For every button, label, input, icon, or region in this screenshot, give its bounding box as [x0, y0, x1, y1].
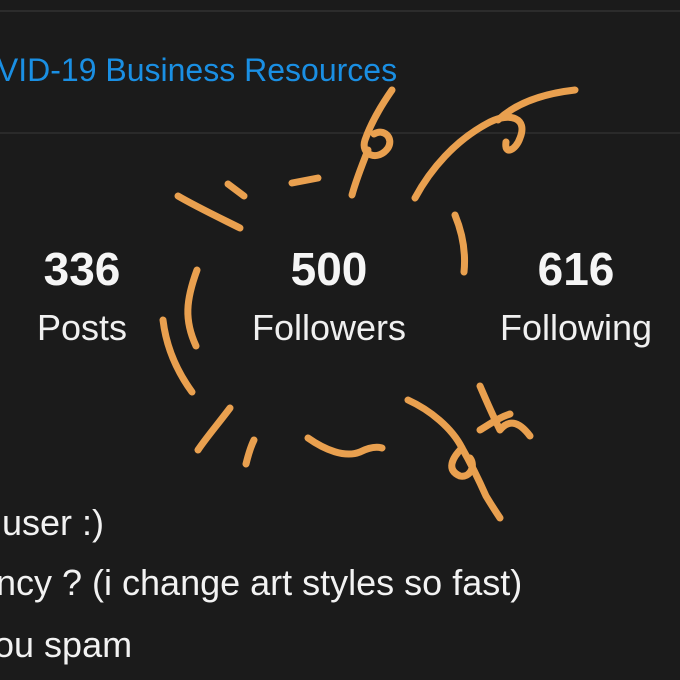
scribble-stroke — [174, 192, 244, 232]
bio-line: ncy ? (i change art styles so fast) — [0, 562, 523, 603]
bio-line: ou spam — [0, 624, 133, 665]
divider — [0, 10, 680, 12]
posts-label: Posts — [36, 307, 128, 348]
divider — [0, 132, 680, 134]
following-label: Following — [499, 307, 653, 348]
scribble-stroke — [411, 113, 526, 202]
scribble-stroke — [404, 396, 504, 522]
followers-label: Followers — [251, 307, 407, 348]
profile-screen: OVID-19 Business Resources 336 Posts 500… — [0, 0, 680, 680]
scribble-stroke — [476, 382, 534, 440]
covid-resources-link[interactable]: OVID-19 Business Resources — [0, 52, 397, 89]
scribble-stroke — [348, 146, 372, 199]
bio-line: user :) — [2, 502, 105, 543]
scribble-stroke — [304, 434, 386, 458]
scribble-stroke — [184, 266, 201, 350]
scribble-stroke — [448, 444, 476, 480]
posts-count: 336 — [43, 243, 121, 295]
scribble-stroke — [288, 174, 322, 187]
scribble-stroke — [494, 86, 579, 124]
posts-stat[interactable]: 336 Posts — [0, 246, 182, 346]
followers-stat[interactable]: 500 Followers — [229, 246, 429, 346]
scribble-stroke — [242, 436, 258, 468]
scribble-stroke — [451, 211, 468, 276]
scribble-stroke — [194, 404, 234, 454]
followers-count: 500 — [290, 243, 368, 295]
scribble-stroke — [476, 410, 514, 434]
following-count: 616 — [537, 243, 615, 295]
following-stat[interactable]: 616 Following — [476, 246, 676, 346]
scribble-stroke — [224, 180, 248, 200]
scribble-stroke — [360, 86, 396, 160]
